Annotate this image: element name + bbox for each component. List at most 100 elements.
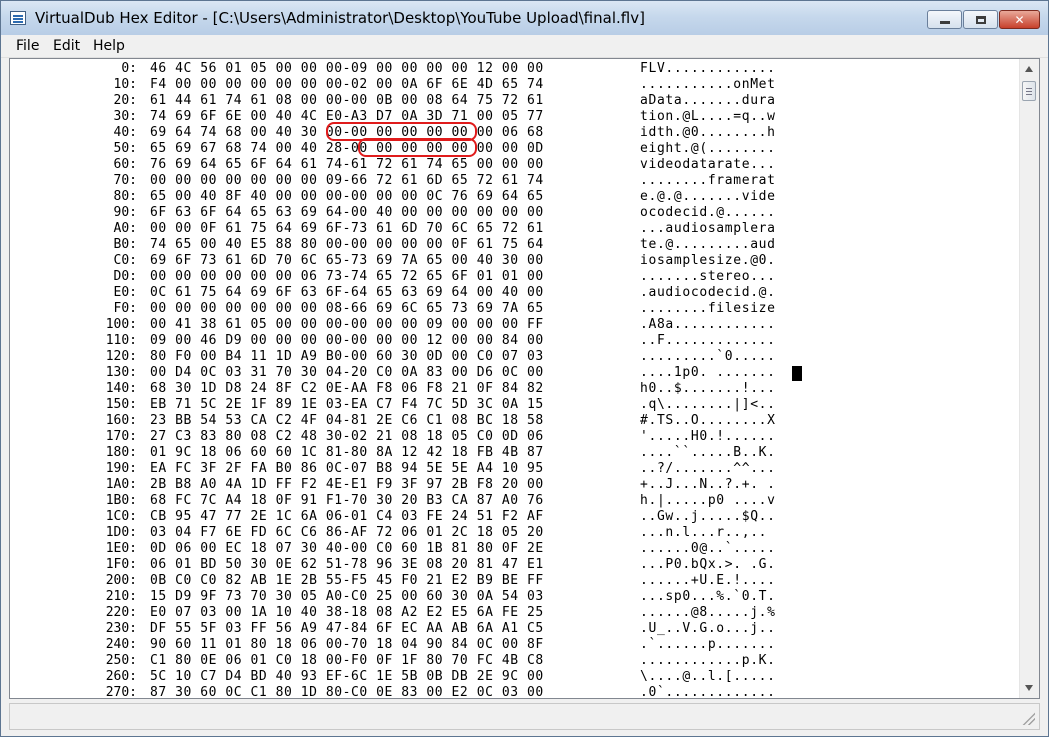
hex-row-ascii[interactable]: ...n.l...r..,.. [640, 525, 776, 541]
app-icon[interactable] [10, 11, 26, 25]
hex-row-ascii[interactable]: ....``.....B..K. [640, 445, 776, 461]
close-button[interactable]: ✕ [999, 10, 1040, 29]
hex-row-bytes[interactable]: 6F 63 6F 64 65 63 69 64-00 40 00 00 00 0… [150, 205, 544, 221]
hex-dump[interactable]: 270: 87 30 60 0C C1 80 1D 80-C0 0E 83 00 … [10, 59, 1021, 698]
hex-row-bytes[interactable]: 00 00 00 00 00 00 00 08-66 69 6C 65 73 6… [150, 301, 544, 317]
hex-row-bytes[interactable]: EB 71 5C 2E 1F 89 1E 03-EA C7 F4 7C 5D 3… [150, 397, 544, 413]
hex-row-ascii[interactable]: idth.@0........h [640, 125, 776, 141]
hex-row-bytes[interactable]: C1 80 0E 06 01 C0 18 00-F0 0F 1F 80 70 F… [150, 653, 544, 669]
scroll-thumb[interactable] [1022, 81, 1036, 101]
menu-edit[interactable]: Edit [53, 38, 80, 54]
hex-row-ascii[interactable]: ........filesize [640, 301, 776, 317]
hex-row-ascii[interactable]: ..F............. [640, 333, 776, 349]
hex-row-address: 90: [113, 205, 137, 220]
hex-row-bytes[interactable]: 90 60 11 01 80 18 06 00-70 18 04 90 84 0… [150, 637, 544, 653]
hex-row-bytes[interactable]: 69 6F 73 61 6D 70 6C 65-73 69 7A 65 00 4… [150, 253, 544, 269]
hex-row-ascii[interactable]: videodatarate... [640, 157, 776, 173]
hex-row-bytes[interactable]: 09 00 46 D9 00 00 00 00-00 00 00 12 00 0… [150, 333, 544, 349]
hex-row-address: 80: [113, 189, 137, 204]
hex-row-ascii[interactable]: '.....H0.!...... [640, 429, 776, 445]
hex-row-ascii[interactable]: ......0@..`..... [640, 541, 776, 557]
hex-row-ascii[interactable]: ....1p0. ....... [640, 365, 776, 381]
hex-row-ascii[interactable]: h0..$.......!... [640, 381, 776, 397]
hex-row-ascii[interactable]: eight.@(........ [640, 141, 776, 157]
hex-row-bytes[interactable]: 06 01 BD 50 30 0E 62 51-78 96 3E 08 20 8… [150, 557, 544, 573]
hex-row-ascii[interactable]: te.@.........aud [640, 237, 776, 253]
hex-row-bytes[interactable]: 0C 61 75 64 69 6F 63 6F-64 65 63 69 64 0… [150, 285, 544, 301]
hex-row-ascii[interactable]: .A8a............ [640, 317, 776, 333]
hex-row-ascii[interactable]: .0`............. [640, 685, 776, 698]
hex-row-bytes[interactable]: 27 C3 83 80 08 C2 48 30-02 21 08 18 05 C… [150, 429, 544, 445]
scroll-up-icon[interactable] [1025, 66, 1033, 72]
hex-row-bytes[interactable]: 80 F0 00 B4 11 1D A9 B0-00 60 30 0D 00 C… [150, 349, 544, 365]
menu-help[interactable]: Help [93, 38, 125, 54]
hex-row-ascii[interactable]: .`......p....... [640, 637, 776, 653]
hex-row-ascii[interactable]: +..J...N..?.+. . [640, 477, 776, 493]
hex-row-bytes[interactable]: EA FC 3F 2F FA B0 86 0C-07 B8 94 5E 5E A… [150, 461, 544, 477]
minimize-button[interactable] [927, 10, 962, 29]
hex-row-bytes[interactable]: CB 95 47 77 2E 1C 6A 06-01 C4 03 FE 24 5… [150, 509, 544, 525]
hex-row-ascii[interactable]: e.@.@.......vide [640, 189, 776, 205]
hex-row-ascii[interactable]: ........framerat [640, 173, 776, 189]
hex-row-bytes[interactable]: DF 55 5F 03 FF 56 A9 47-84 6F EC AA AB 6… [150, 621, 544, 637]
hex-row-bytes[interactable]: 87 30 60 0C C1 80 1D 80-C0 0E 83 00 E2 0… [150, 685, 544, 698]
hex-row-ascii[interactable]: ...........onMet [640, 77, 776, 93]
hex-row-address: 1F0: [105, 557, 137, 572]
hex-row-bytes[interactable]: F4 00 00 00 00 00 00 00-02 00 0A 6F 6E 4… [150, 77, 544, 93]
hex-row-address: 170: [105, 429, 137, 444]
hex-row-bytes[interactable]: 68 30 1D D8 24 8F C2 0E-AA F8 06 F8 21 0… [150, 381, 544, 397]
hex-row-bytes[interactable]: 00 00 00 00 00 00 00 09-66 72 61 6D 65 7… [150, 173, 544, 189]
hex-row-ascii[interactable]: \....@..l.[..... [640, 669, 776, 685]
hex-row-bytes[interactable]: 2B B8 A0 4A 1D FF F2 4E-E1 F9 3F 97 2B F… [150, 477, 544, 493]
hex-row-ascii[interactable]: iosamplesize.@0. [640, 253, 776, 269]
hex-row-address: 1C0: [105, 509, 137, 524]
hex-row-bytes[interactable]: 00 00 00 00 00 00 06 73-74 65 72 65 6F 0… [150, 269, 544, 285]
hex-row-bytes[interactable]: E0 07 03 00 1A 10 40 38-18 08 A2 E2 E5 6… [150, 605, 544, 621]
hex-row-ascii[interactable]: .........`0..... [640, 349, 776, 365]
hex-row-ascii[interactable]: .U_..V.G.o...j.. [640, 621, 776, 637]
hex-row-ascii[interactable]: .q\........|]<.. [640, 397, 776, 413]
hex-row-bytes[interactable]: 00 41 38 61 05 00 00 00-00 00 00 09 00 0… [150, 317, 544, 333]
maximize-button[interactable] [963, 10, 998, 29]
text-cursor [792, 366, 802, 381]
hex-row-bytes[interactable]: 0D 06 00 EC 18 07 30 40-00 C0 60 1B 81 8… [150, 541, 544, 557]
hex-row-bytes[interactable]: 00 00 0F 61 75 64 69 6F-73 61 6D 70 6C 6… [150, 221, 544, 237]
hex-row-ascii[interactable]: .audiocodecid.@. [640, 285, 776, 301]
hex-row-bytes[interactable]: 01 9C 18 06 60 60 1C 81-80 8A 12 42 18 F… [150, 445, 544, 461]
hex-row-ascii[interactable]: aData.......dura [640, 93, 776, 109]
menu-file[interactable]: File [16, 38, 39, 54]
hex-row-ascii[interactable]: ............p.K. [640, 653, 776, 669]
hex-row-bytes[interactable]: 23 BB 54 53 CA C2 4F 04-81 2E C6 C1 08 B… [150, 413, 544, 429]
hex-row-bytes[interactable]: 65 69 67 68 74 00 40 28-00 00 00 00 00 0… [150, 141, 544, 157]
hex-row-ascii[interactable]: ...P0.bQx.>. .G. [640, 557, 776, 573]
hex-row-bytes[interactable]: 74 65 00 40 E5 88 80 00-00 00 00 00 0F 6… [150, 237, 544, 253]
hex-row-ascii[interactable]: tion.@L....=q..w [640, 109, 776, 125]
hex-row-bytes[interactable]: 0B C0 C0 82 AB 1E 2B 55-F5 45 F0 21 E2 B… [150, 573, 544, 589]
hex-row-ascii[interactable]: FLV............. [640, 61, 776, 77]
hex-row-ascii[interactable]: ...audiosamplera [640, 221, 776, 237]
hex-row-ascii[interactable]: .......stereo... [640, 269, 776, 285]
hex-row-bytes[interactable]: 68 FC 7C A4 18 0F 91 F1-70 30 20 B3 CA 8… [150, 493, 544, 509]
hex-row-bytes[interactable]: 46 4C 56 01 05 00 00 00-09 00 00 00 00 1… [150, 61, 544, 77]
hex-row-ascii[interactable]: #.TS..O........X [640, 413, 776, 429]
hex-row-bytes[interactable]: 5C 10 C7 D4 BD 40 93 EF-6C 1E 5B 0B DB 2… [150, 669, 544, 685]
hex-row-bytes[interactable]: 03 04 F7 6E FD 6C C6 86-AF 72 06 01 2C 1… [150, 525, 544, 541]
hex-row-bytes[interactable]: 00 D4 0C 03 31 70 30 04-20 C0 0A 83 00 D… [150, 365, 544, 381]
hex-row-bytes[interactable]: 61 44 61 74 61 08 00 00-00 0B 00 08 64 7… [150, 93, 544, 109]
hex-row-ascii[interactable]: ......@8.....j.% [640, 605, 776, 621]
hex-row-address: 20: [113, 93, 137, 108]
vertical-scrollbar[interactable] [1019, 59, 1039, 698]
hex-row-ascii[interactable]: ......+U.E.!.... [640, 573, 776, 589]
hex-row-bytes[interactable]: 65 00 40 8F 40 00 00 00-00 00 00 0C 76 6… [150, 189, 544, 205]
scroll-down-icon[interactable] [1025, 685, 1033, 691]
hex-row-bytes[interactable]: 76 69 64 65 6F 64 61 74-61 72 61 74 65 0… [150, 157, 544, 173]
hex-view[interactable]: 270: 87 30 60 0C C1 80 1D 80-C0 0E 83 00 … [9, 58, 1040, 699]
hex-row-ascii[interactable]: ..Gw..j.....$Q.. [640, 509, 776, 525]
title-bar[interactable]: VirtualDub Hex Editor - [C:\Users\Admini… [1, 1, 1048, 35]
hex-row-ascii[interactable]: h.|.....p0 ....v [640, 493, 776, 509]
hex-row-bytes[interactable]: 15 D9 9F 73 70 30 05 A0-C0 25 00 60 30 0… [150, 589, 544, 605]
hex-row-ascii[interactable]: ocodecid.@...... [640, 205, 776, 221]
hex-row-ascii[interactable]: ..?/.......^^... [640, 461, 776, 477]
resize-grip-icon[interactable] [1021, 711, 1035, 725]
hex-row-ascii[interactable]: ...sp0...%.`0.T. [640, 589, 776, 605]
